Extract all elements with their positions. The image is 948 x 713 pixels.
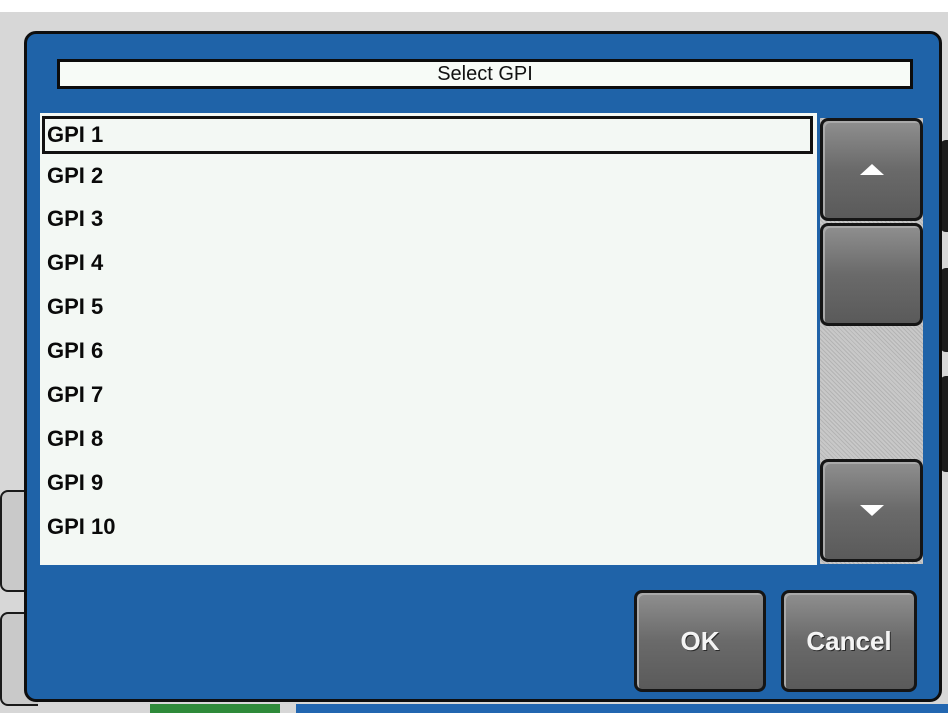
- cancel-button[interactable]: Cancel: [781, 590, 917, 692]
- select-gpi-dialog: Select GPI GPI 1 GPI 2 GPI 3 GPI 4 GPI 5…: [24, 31, 942, 702]
- background-bottom-tab: [150, 704, 280, 713]
- list-item[interactable]: GPI 6: [42, 332, 813, 370]
- triangle-down-icon: [859, 505, 884, 516]
- dialog-title: Select GPI: [57, 59, 913, 89]
- scroll-up-button[interactable]: [820, 118, 923, 221]
- list-item[interactable]: GPI 3: [42, 200, 813, 238]
- list-item[interactable]: GPI 9: [42, 464, 813, 502]
- background-top-band: [0, 0, 948, 12]
- gpi-list[interactable]: GPI 1 GPI 2 GPI 3 GPI 4 GPI 5 GPI 6 GPI …: [40, 113, 817, 565]
- list-item[interactable]: GPI 4: [42, 244, 813, 282]
- list-item[interactable]: GPI 5: [42, 288, 813, 326]
- list-item[interactable]: GPI 2: [42, 157, 813, 195]
- scroll-down-button[interactable]: [820, 459, 923, 562]
- background-bottom-bar: [296, 704, 948, 713]
- scrollbar-thumb[interactable]: [820, 223, 923, 326]
- list-item[interactable]: GPI 8: [42, 420, 813, 458]
- list-item[interactable]: GPI 10: [42, 508, 813, 546]
- triangle-up-icon: [859, 164, 884, 175]
- list-item[interactable]: GPI 7: [42, 376, 813, 414]
- ok-button[interactable]: OK: [634, 590, 766, 692]
- list-item[interactable]: GPI 1: [42, 116, 813, 154]
- ok-button-label: OK: [680, 625, 720, 656]
- cancel-button-label: Cancel: [806, 625, 892, 656]
